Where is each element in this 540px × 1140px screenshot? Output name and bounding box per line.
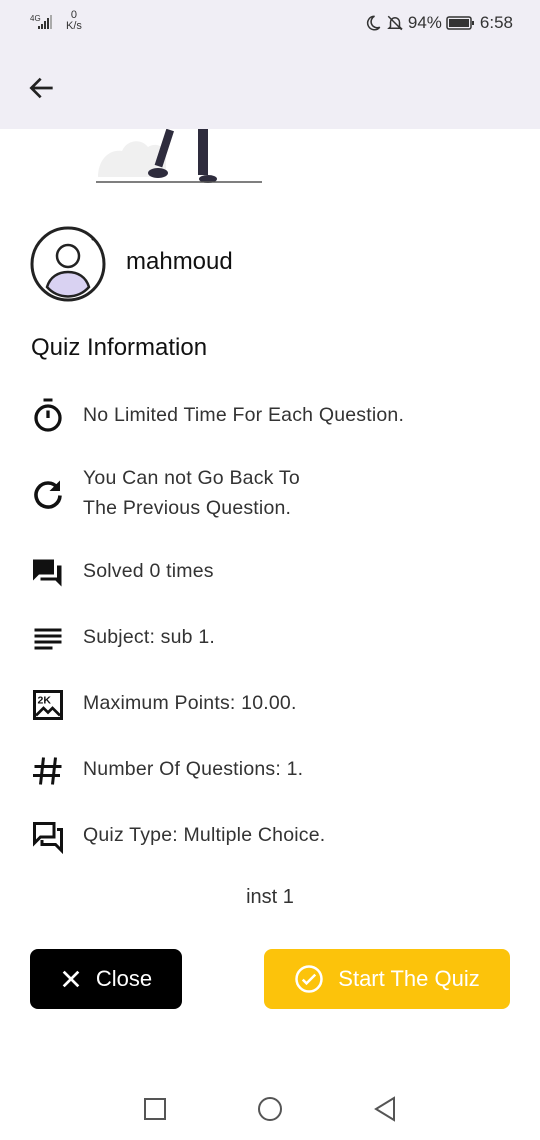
network-speed: 0 K/s [66, 10, 82, 32]
forum-icon [33, 822, 63, 855]
username: mahmoud [126, 248, 233, 275]
info-time-limit-text: No Limited Time For Each Question. [83, 404, 405, 426]
start-quiz-label: Start The Quiz [338, 966, 480, 991]
signal-icon: 4G [30, 14, 52, 29]
system-nav-bar [0, 1080, 540, 1140]
points-icon: 2K [33, 690, 63, 720]
svg-text:2K: 2K [38, 695, 52, 707]
info-no-back-line2: The Previous Question. [83, 497, 292, 519]
status-bar-right: 94% 6:58 [364, 13, 513, 33]
info-subject-text: Subject: sub 1. [83, 626, 215, 648]
chat-icon [33, 559, 62, 587]
svg-text:4G: 4G [30, 14, 41, 23]
app-bar: 4G 0 K/s 94% 6:58 [0, 0, 540, 129]
close-button[interactable]: Close [30, 949, 182, 1009]
info-no-back-line1: You Can not Go Back To [83, 467, 300, 489]
refresh-icon [34, 480, 62, 509]
recent-apps-icon[interactable] [140, 1094, 170, 1124]
close-icon [62, 970, 80, 988]
speed-unit: K/s [66, 20, 82, 32]
instructor-name: inst 1 [246, 886, 294, 908]
moon-icon [366, 15, 381, 31]
battery-percent: 94% [407, 13, 442, 32]
subject-lines-icon [34, 628, 62, 650]
battery-icon [446, 16, 474, 30]
check-circle-icon [295, 965, 324, 993]
avatar [30, 226, 106, 302]
illustration-person [96, 129, 262, 183]
hash-icon [33, 757, 62, 785]
info-points-text: Maximum Points: 10.00. [83, 692, 297, 714]
close-button-label: Close [95, 966, 153, 991]
back-arrow-icon[interactable] [26, 72, 58, 104]
back-icon[interactable] [370, 1094, 400, 1124]
start-quiz-button[interactable]: Start The Quiz [264, 949, 510, 1009]
clock: 6:58 [479, 13, 513, 32]
info-type-text: Quiz Type: Multiple Choice. [83, 824, 326, 846]
info-solved-text: Solved 0 times [83, 560, 214, 582]
home-icon[interactable] [255, 1094, 285, 1124]
info-questions-text: Number Of Questions: 1. [83, 758, 304, 780]
timer-icon [34, 398, 62, 432]
bell-off-icon [387, 15, 403, 31]
section-title: Quiz Information [31, 334, 208, 361]
